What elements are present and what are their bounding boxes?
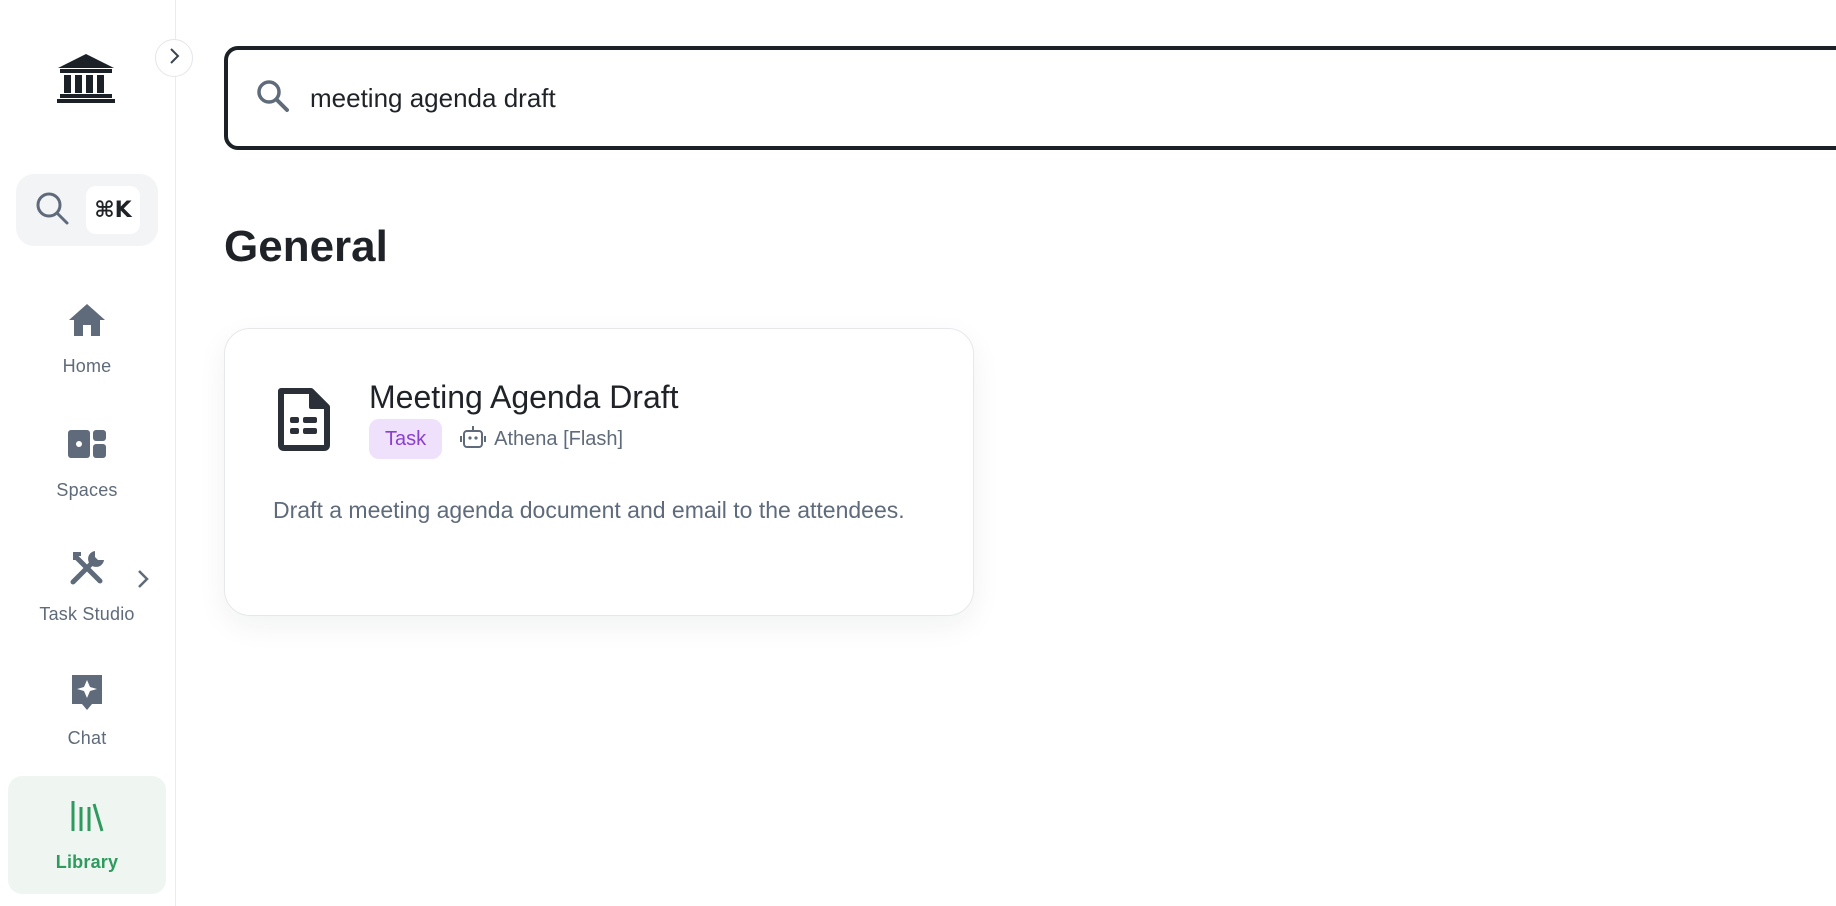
sidebar: ⌘K Home Spaces Task Studio Chat Library — [0, 0, 193, 906]
bank-building-icon[interactable] — [56, 52, 116, 104]
sparkle-chat-icon — [69, 670, 105, 714]
sidebar-item-chat[interactable]: Chat — [8, 652, 166, 770]
sidebar-toggle-button[interactable] — [155, 39, 193, 77]
shortcut-badge: ⌘K — [86, 186, 140, 234]
library-books-icon — [69, 794, 105, 838]
sidebar-item-library[interactable]: Library — [8, 776, 166, 894]
sidebar-item-task-studio[interactable]: Task Studio — [8, 528, 166, 646]
search-bar[interactable] — [224, 46, 1836, 150]
sidebar-item-label: Library — [55, 852, 119, 872]
sidebar-item-label: Spaces — [56, 480, 118, 500]
type-badge: Task — [369, 419, 443, 459]
search-input[interactable] — [310, 68, 1836, 128]
sidebar-item-spaces[interactable]: Spaces — [8, 404, 166, 522]
dashboard-icon — [67, 422, 107, 466]
chevron-right-icon[interactable] — [136, 568, 150, 594]
document-icon — [275, 387, 331, 455]
app-window: ⌘K Home Spaces Task Studio Chat Library … — [0, 0, 1836, 906]
main-content: General Meeting Agenda Draft Task — [176, 0, 1836, 906]
robot-icon — [460, 424, 487, 454]
card-title: Meeting Agenda Draft — [369, 379, 679, 415]
sidebar-item-label: Chat — [67, 728, 107, 748]
sidebar-item-label: Task Studio — [39, 604, 135, 624]
tools-icon — [67, 546, 107, 590]
search-icon — [256, 79, 290, 117]
chevron-right-icon — [167, 46, 181, 70]
card-meta: Task Athena [Flash] — [369, 419, 623, 459]
card-description: Draft a meeting agenda document and emai… — [273, 497, 905, 523]
section-title: General — [224, 222, 388, 271]
global-search-button[interactable]: ⌘K — [16, 174, 158, 246]
sidebar-item-label: Home — [62, 356, 112, 376]
home-icon — [67, 298, 107, 342]
sidebar-item-home[interactable]: Home — [8, 280, 166, 398]
result-card[interactable]: Meeting Agenda Draft Task Athena [Flash]… — [224, 328, 974, 616]
agent-name: Athena [Flash] — [494, 427, 624, 450]
search-icon — [34, 190, 70, 230]
agent-label: Athena [Flash] — [460, 424, 623, 454]
